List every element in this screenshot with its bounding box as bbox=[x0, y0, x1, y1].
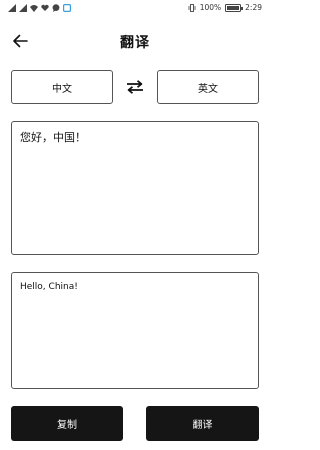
translation-output[interactable]: Hello, China! bbox=[11, 272, 259, 389]
source-language-label: 中文 bbox=[52, 83, 72, 95]
translate-button[interactable]: 翻译 bbox=[146, 406, 259, 441]
status-right: 100% 2:29 bbox=[188, 3, 262, 12]
status-bar: 100% 2:29 bbox=[0, 0, 270, 18]
status-icons bbox=[8, 4, 71, 12]
battery-level bbox=[227, 5, 240, 10]
app-header: 翻译 bbox=[0, 26, 270, 56]
copy-button-label: 复制 bbox=[57, 420, 77, 431]
page-title: 翻译 bbox=[120, 35, 150, 51]
wifi-icon bbox=[30, 5, 38, 12]
vibrate-icon bbox=[188, 3, 196, 12]
translated-text: Hello, China! bbox=[20, 282, 78, 292]
swap-arrows-icon bbox=[127, 80, 143, 94]
source-language-selector[interactable]: 中文 bbox=[11, 70, 113, 104]
screen-icon bbox=[63, 4, 71, 12]
battery-icon bbox=[225, 3, 244, 12]
copy-button[interactable]: 复制 bbox=[11, 406, 123, 441]
signal-icon bbox=[8, 4, 16, 12]
signal-icon bbox=[19, 4, 27, 12]
battery-percent: 100% bbox=[199, 3, 222, 12]
source-text-input[interactable]: 您好，中国！ bbox=[11, 121, 259, 255]
heart-icon bbox=[41, 4, 49, 11]
source-text: 您好，中国！ bbox=[20, 131, 86, 144]
status-time: 2:29 bbox=[245, 3, 262, 12]
target-language-label: 英文 bbox=[198, 83, 218, 95]
translate-button-label: 翻译 bbox=[192, 420, 213, 431]
chat-icon bbox=[52, 4, 60, 12]
target-language-selector[interactable]: 英文 bbox=[157, 70, 259, 104]
translate-screen: 100% 2:29 翻译 中文 英文 您好，中国！ Hello, China! bbox=[0, 0, 270, 450]
swap-languages-button[interactable] bbox=[123, 77, 147, 97]
